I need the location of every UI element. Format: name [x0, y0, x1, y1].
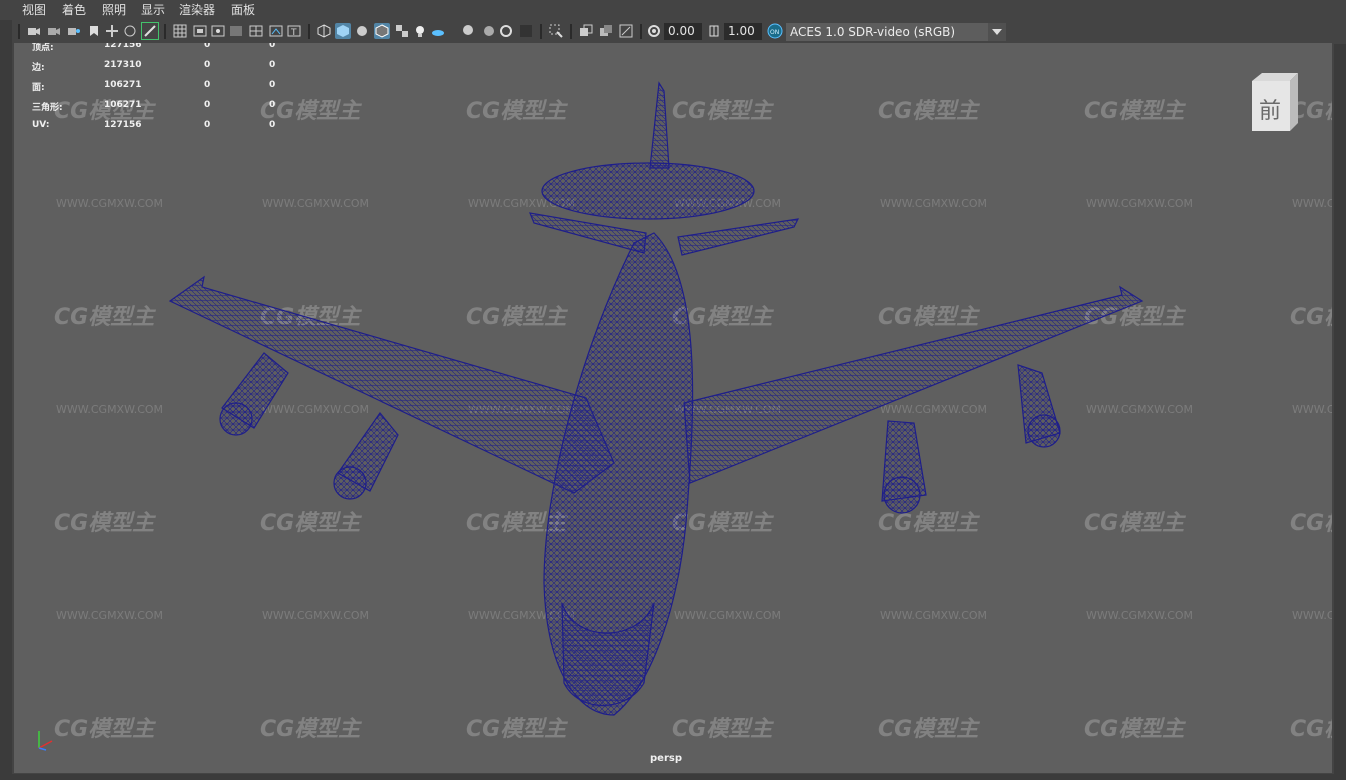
gate-mask-icon[interactable]: [228, 23, 244, 39]
menu-show[interactable]: 显示: [139, 0, 167, 20]
engine-right-inner: [881, 420, 927, 514]
camera-label: persp: [650, 753, 682, 764]
wireframe-icon[interactable]: [316, 23, 332, 39]
grid-icon[interactable]: [172, 23, 188, 39]
chevron-down-icon: [988, 23, 1006, 41]
camera-lock-icon[interactable]: [46, 23, 62, 39]
safe-title-icon[interactable]: T: [286, 23, 302, 39]
radar-rotodome: [541, 162, 755, 220]
isolate-select-icon[interactable]: [548, 23, 564, 39]
motion-blur-icon[interactable]: [480, 23, 496, 39]
tail-fin: [649, 81, 670, 169]
depth-of-field-icon[interactable]: [518, 23, 534, 39]
menu-panels[interactable]: 面板: [229, 0, 257, 20]
engine-left-inner: [333, 412, 399, 500]
toolbar-separator: [540, 24, 542, 39]
wireframe-on-shaded-icon[interactable]: [374, 23, 390, 39]
smooth-shade-icon[interactable]: [335, 23, 351, 39]
xray-joints-icon[interactable]: [618, 23, 634, 39]
engine-right-outer: [1017, 364, 1061, 448]
exposure-field[interactable]: 0.00: [664, 23, 702, 40]
safe-action-icon[interactable]: [268, 23, 284, 39]
toolbar-separator: [570, 24, 572, 39]
engine-left-outer: [219, 352, 289, 436]
color-space-dropdown[interactable]: ACES 1.0 SDR-video (sRGB): [786, 23, 1006, 41]
xray-icon[interactable]: [578, 23, 594, 39]
toolbar-separator: [308, 24, 310, 39]
right-tail-stabilizer: [677, 218, 800, 256]
left-wing: [168, 275, 615, 494]
default-material-icon[interactable]: [354, 23, 370, 39]
3d-viewport[interactable]: 顶点: 127156 0 0 边: 217310 0 0 面: 106271 0…: [14, 43, 1332, 773]
bookmark-icon[interactable]: [86, 23, 102, 39]
menu-renderer[interactable]: 渲染器: [177, 0, 217, 20]
screen-space-ao-icon[interactable]: [460, 23, 476, 39]
color-space-value: ACES 1.0 SDR-video (sRGB): [790, 25, 956, 39]
grease-pencil-icon[interactable]: [141, 22, 159, 40]
resolution-gate-icon[interactable]: [210, 23, 226, 39]
exposure-icon[interactable]: [646, 23, 662, 39]
view-cube-face-label: 前: [1259, 99, 1282, 124]
camera-attributes-icon[interactable]: [66, 23, 82, 39]
axis-gizmo: [34, 723, 64, 757]
left-frame: [0, 20, 12, 780]
right-frame: [1334, 20, 1346, 780]
aircraft-wireframe: [168, 81, 1144, 716]
image-plane-icon[interactable]: [104, 23, 120, 39]
gamma-icon[interactable]: [706, 23, 722, 39]
menu-view[interactable]: 视图: [20, 0, 48, 20]
view-cube[interactable]: 前: [1248, 73, 1298, 131]
gamma-field[interactable]: 1.00: [724, 23, 762, 40]
menu-lighting[interactable]: 照明: [100, 0, 128, 20]
toolbar-separator: [164, 24, 166, 39]
field-chart-icon[interactable]: [248, 23, 264, 39]
textured-icon[interactable]: [394, 23, 410, 39]
xray-active-components-icon[interactable]: [598, 23, 614, 39]
shadows-icon[interactable]: [430, 23, 446, 39]
toolbar-separator: [640, 24, 642, 39]
bottom-frame: [0, 774, 1346, 780]
2d-pan-zoom-icon[interactable]: [122, 23, 138, 39]
toolbar-separator: [18, 24, 20, 39]
panel-toolbar: T 0.00 1.00 ON ACES 1.0 SDR-video (sRGB): [14, 20, 1346, 44]
menu-bar: 视图 着色 照明 显示 渲染器 面板: [0, 0, 1346, 20]
color-management-icon[interactable]: ON: [767, 23, 783, 39]
anti-aliasing-icon[interactable]: [498, 23, 514, 39]
camera-select-icon[interactable]: [26, 23, 42, 39]
film-gate-icon[interactable]: [192, 23, 208, 39]
svg-text:T: T: [290, 28, 297, 37]
svg-text:ON: ON: [770, 29, 779, 36]
use-all-lights-icon[interactable]: [412, 23, 428, 39]
menu-shading[interactable]: 着色: [60, 0, 88, 20]
